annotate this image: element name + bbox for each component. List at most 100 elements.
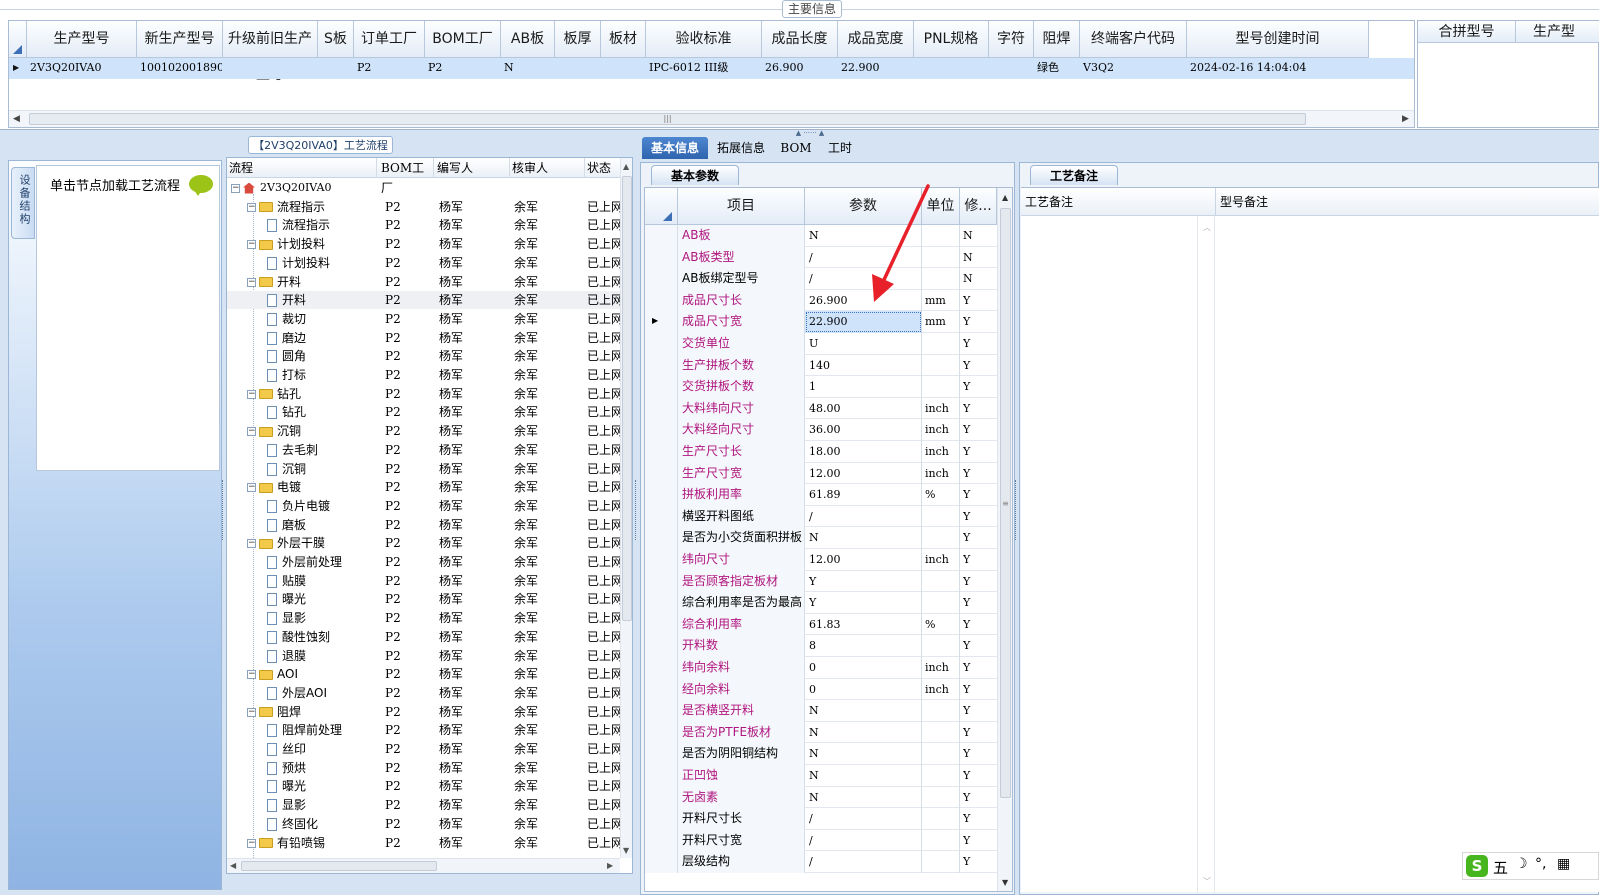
tree-row[interactable]: − 计划投料 P2 杨军 余军 已上网 xyxy=(227,235,622,253)
row-header[interactable] xyxy=(645,246,678,269)
param-row[interactable]: 生产拼板个数 140 Y xyxy=(645,354,997,377)
tree-node[interactable]: 去毛刺 xyxy=(267,441,318,459)
param-row[interactable]: 纬向尺寸 12.00 inch Y xyxy=(645,549,997,571)
tree-row[interactable]: − 流程指示 P2 杨军 余军 已上网 xyxy=(227,198,622,216)
tree-node[interactable]: − 电镀 xyxy=(247,478,301,496)
tree-horizontal-scrollbar[interactable]: ◀ ▶ xyxy=(227,858,620,873)
merged-model-grid[interactable]: 合拼型号 生产型 xyxy=(1417,20,1599,128)
param-row[interactable]: 是否为小交货面积拼板 N Y xyxy=(645,527,997,549)
param-row[interactable]: 开料数 8 Y xyxy=(645,635,997,657)
model-remarks-header[interactable]: 型号备注 xyxy=(1216,188,1599,216)
row-header[interactable] xyxy=(645,678,678,701)
collapse-icon[interactable]: − xyxy=(247,202,256,212)
row-header[interactable] xyxy=(645,484,678,506)
tree-row[interactable]: 去毛刺 P2 杨军 余军 已上网 xyxy=(227,441,622,459)
row-header[interactable] xyxy=(645,592,678,614)
tree-row[interactable]: 终固化 P2 杨军 余军 已上网 xyxy=(227,815,622,833)
tree-column-header[interactable]: 编写人 xyxy=(435,158,510,178)
row-header[interactable] xyxy=(645,527,678,549)
tree-node[interactable]: 钻孔 xyxy=(267,403,306,421)
param-row[interactable]: 横竖开料图纸 / Y xyxy=(645,505,997,528)
row-header[interactable] xyxy=(645,570,678,593)
params-column-header[interactable]: 修... xyxy=(960,188,997,225)
param-row[interactable]: 成品尺寸长 26.900 mm Y xyxy=(645,289,997,312)
tree-row[interactable]: 磨板 P2 杨军 余军 已上网 xyxy=(227,516,622,534)
tab-basic-info[interactable]: 基本信息 xyxy=(642,137,708,159)
tree-node[interactable]: 外层前处理 xyxy=(267,553,342,571)
row-header[interactable] xyxy=(645,354,678,377)
process-remarks-scrollbar[interactable]: ︿ ﹀ xyxy=(1197,216,1215,893)
tree-row[interactable]: − 钻孔 P2 杨军 余军 已上网 xyxy=(227,385,622,403)
tree-row[interactable]: 负片电镀 P2 杨军 余军 已上网 xyxy=(227,497,622,515)
tree-node[interactable]: 磨板 xyxy=(267,516,306,534)
row-header[interactable] xyxy=(645,419,678,441)
tree-node[interactable]: − 钻孔 xyxy=(247,385,301,403)
tree-row[interactable]: 阻焊前处理 P2 杨军 余军 已上网 xyxy=(227,721,622,739)
tree-node[interactable]: 圆角 xyxy=(267,347,306,365)
tree-row[interactable]: − 电镀 P2 杨军 余军 已上网 xyxy=(227,478,622,496)
tree-row[interactable]: − 阻焊 P2 杨军 余军 已上网 xyxy=(227,703,622,721)
horizontal-scrollbar[interactable]: ◀ ||| ▶ xyxy=(9,110,1414,127)
param-row[interactable]: 大料纬向尺寸 48.00 inch Y xyxy=(645,397,997,420)
row-header-corner[interactable] xyxy=(9,21,27,58)
param-row[interactable]: 是否为阴阳铜结构 N Y xyxy=(645,743,997,765)
tree-node[interactable]: − 计划投料 xyxy=(247,235,325,253)
tree-column-header[interactable]: 状态 xyxy=(585,158,625,178)
process-remarks-header[interactable]: 工艺备注 xyxy=(1021,188,1216,216)
row-header[interactable] xyxy=(645,225,678,247)
equipment-structure-tab[interactable]: 设备结构 xyxy=(11,167,35,239)
tree-scroll-thumb[interactable] xyxy=(622,176,632,621)
row-header[interactable] xyxy=(645,700,678,722)
param-row[interactable]: 生产尺寸长 18.00 inch Y xyxy=(645,441,997,463)
production-model-header[interactable]: 生产型 xyxy=(1516,21,1599,43)
tree-column-header[interactable]: 流程 xyxy=(227,158,377,178)
column-header[interactable]: PNL规格 xyxy=(914,21,989,58)
tree-node[interactable]: 外层AOI xyxy=(267,684,327,702)
tree-node[interactable]: − AOI xyxy=(247,665,298,683)
tree-row[interactable]: 流程指示 P2 杨军 余军 已上网 xyxy=(227,216,622,234)
ime-status-bar[interactable]: S 五 ☽ °, ▦ xyxy=(1462,852,1599,880)
tree-node[interactable]: − 沉铜 xyxy=(247,422,301,440)
tree-row[interactable]: 丝印 P2 杨军 余军 已上网 xyxy=(227,740,622,758)
row-header[interactable] xyxy=(645,613,678,636)
tree-node[interactable]: 开料 xyxy=(267,291,306,309)
product-grid[interactable]: 生产型号新生产型号升级前旧生产型号S板订单工厂BOM工厂AB板板厚板材验收标准成… xyxy=(8,20,1415,128)
tree-node[interactable]: 显影 xyxy=(267,609,306,627)
tree-row[interactable]: 曝光 P2 杨军 余军 已上网 xyxy=(227,777,622,795)
row-header[interactable] xyxy=(645,289,678,312)
collapse-icon[interactable]: − xyxy=(247,427,256,437)
scroll-right-icon[interactable]: ▶ xyxy=(1402,114,1409,124)
param-row[interactable]: 正凹蚀 N Y xyxy=(645,765,997,787)
tree-node[interactable]: 负片电镀 xyxy=(267,497,330,515)
param-row[interactable]: AB板类型 / N xyxy=(645,246,997,269)
tree-node[interactable]: 阻焊前处理 xyxy=(267,721,342,739)
column-header[interactable]: 板厚 xyxy=(555,21,601,58)
collapse-icon[interactable]: − xyxy=(247,240,256,250)
params-grid[interactable]: 项目 参数 单位 修... AB板 N N AB板类型 / N AB板绑定型号 / N 成品尺寸长 26.… xyxy=(644,187,1013,892)
tree-row[interactable]: 开料 P2 杨军 余军 已上网 xyxy=(227,291,622,310)
process-tree[interactable]: 流程 BOM工厂 编写人 核审人 状态 −2V3Q20IVA0− 流程指示 P2 杨军 余军 已上… xyxy=(226,157,633,874)
row-header[interactable] xyxy=(645,376,678,398)
tree-node[interactable]: 显影 xyxy=(267,796,306,814)
param-row[interactable]: AB板 N N xyxy=(645,225,997,247)
column-header[interactable]: 字符 xyxy=(989,21,1034,58)
scroll-left-icon[interactable]: ◀ xyxy=(13,114,20,124)
column-header[interactable]: 升级前旧生产型号 xyxy=(223,21,318,83)
param-row[interactable]: 综合利用率 61.83% Y xyxy=(645,613,997,636)
tree-column-header[interactable]: BOM工厂 xyxy=(379,158,434,195)
tree-row[interactable]: 预烘 P2 杨军 余军 已上网 xyxy=(227,759,622,777)
tree-row[interactable]: 显影 P2 杨军 余军 已上网 xyxy=(227,796,622,814)
tree-row[interactable]: 钻孔 P2 杨军 余军 已上网 xyxy=(227,403,622,421)
collapse-icon[interactable]: − xyxy=(247,670,256,680)
subtab-basic-params[interactable]: 基本参数 xyxy=(651,165,739,185)
param-row[interactable]: 经向余料 0 inch Y xyxy=(645,678,997,701)
column-header[interactable]: 阻焊 xyxy=(1034,21,1080,58)
tree-root-node[interactable]: − 2V3Q20IVA0 xyxy=(231,179,331,197)
splitter-grip[interactable]: ▲ ······ ▲ xyxy=(780,130,840,137)
row-header[interactable] xyxy=(645,851,678,873)
tree-node[interactable]: − 开料 xyxy=(247,273,301,291)
row-header[interactable] xyxy=(645,829,678,852)
tree-node[interactable]: 打标 xyxy=(267,366,306,384)
merged-model-header[interactable]: 合拼型号 xyxy=(1418,21,1516,43)
tab-extended-info[interactable]: 拓展信息 xyxy=(710,137,772,159)
